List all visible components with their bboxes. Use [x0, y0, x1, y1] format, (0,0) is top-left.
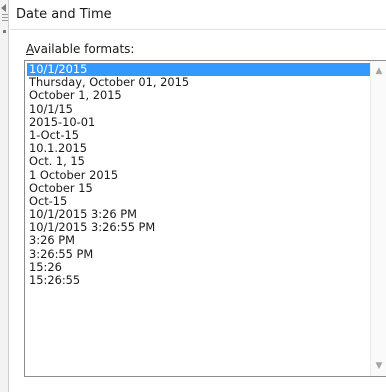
- grip-line: [2, 20, 8, 21]
- title-bar: Date and Time: [10, 0, 386, 30]
- formats-list[interactable]: 10/1/2015 Thursday, October 01, 2015 Octob…: [27, 62, 371, 287]
- format-option[interactable]: 10/1/2015 3:26:55 PM: [27, 221, 371, 234]
- chevron-up-icon[interactable]: ▲: [371, 63, 386, 79]
- dialog-title: Date and Time: [16, 7, 112, 22]
- date-and-time-dialog: Date and Time Available formats: 10/1/20…: [10, 0, 386, 392]
- format-option[interactable]: 1 October 2015: [27, 168, 371, 182]
- available-formats-listbox[interactable]: 10/1/2015 Thursday, October 01, 2015 Octob…: [24, 60, 386, 377]
- format-option[interactable]: Oct. 1, 15: [27, 155, 371, 168]
- accelerator-key: A: [26, 42, 34, 56]
- format-option[interactable]: 15:26:55: [27, 273, 371, 287]
- format-option[interactable]: October 15: [27, 181, 371, 195]
- grip-line: [2, 14, 8, 15]
- format-option[interactable]: 2015-10-01: [27, 115, 371, 129]
- marker-icon: [3, 30, 6, 33]
- available-formats-label: Available formats:: [26, 42, 134, 56]
- format-option[interactable]: 3:26:55 PM: [27, 247, 371, 261]
- format-option[interactable]: 3:26 PM: [27, 234, 371, 247]
- parent-window-edge: [0, 0, 9, 392]
- label-text: vailable formats:: [33, 42, 135, 56]
- grip-line: [2, 17, 8, 18]
- format-option[interactable]: 10/1/15: [27, 102, 371, 116]
- chevron-down-icon[interactable]: ▼: [371, 358, 386, 374]
- vertical-scrollbar[interactable]: ▲ ▼: [370, 61, 386, 376]
- format-option[interactable]: October 1, 2015: [27, 89, 371, 102]
- collapse-arrow-icon[interactable]: [1, 4, 6, 12]
